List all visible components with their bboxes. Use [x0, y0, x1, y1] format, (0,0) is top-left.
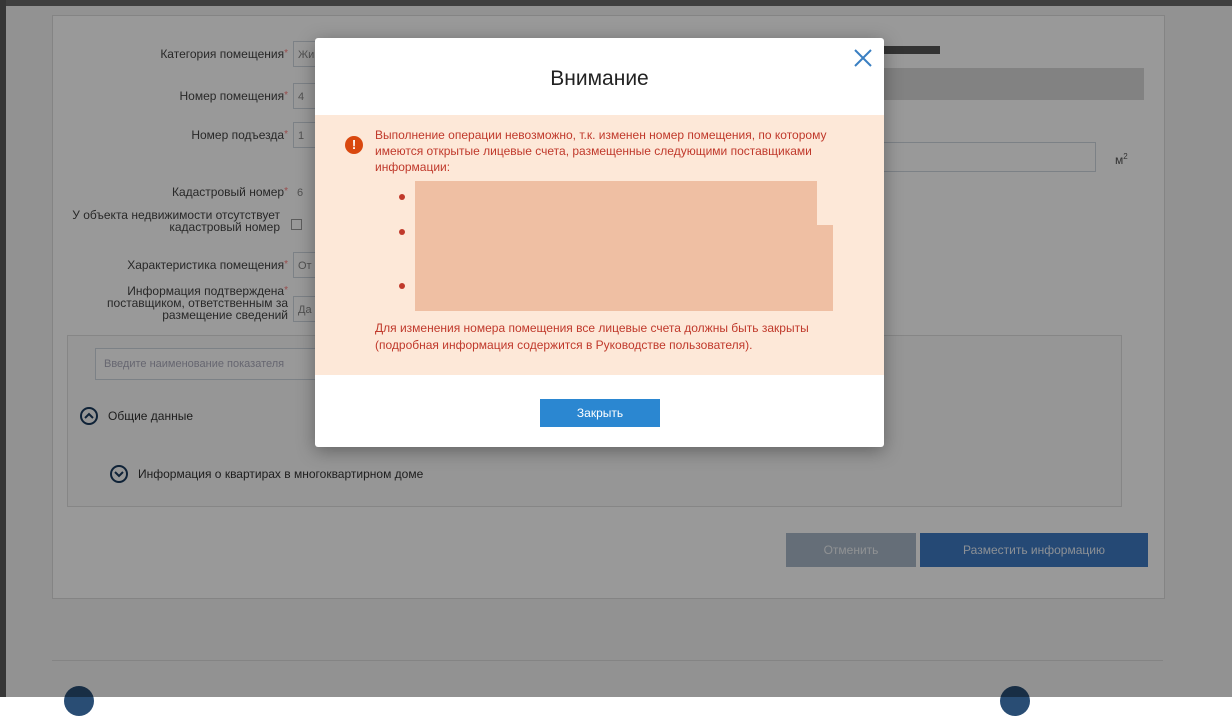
- provider-bullet-3: [399, 283, 405, 289]
- provider-bullet-2: [399, 229, 405, 235]
- warning-dialog: Внимание ! Выполнение операции невозможн…: [315, 38, 884, 447]
- close-icon[interactable]: [851, 46, 875, 70]
- alert-footer-message: Для изменения номера помещения все лицев…: [375, 321, 809, 352]
- exclamation-icon: !: [345, 136, 363, 154]
- alert-message: Выполнение операции невозможно, т.к. изм…: [375, 128, 827, 174]
- redacted-provider-3: [415, 275, 833, 311]
- close-button[interactable]: Закрыть: [540, 399, 660, 427]
- redacted-provider-1: [415, 181, 817, 225]
- dialog-title: Внимание: [550, 67, 649, 90]
- alert-box: ! Выполнение операции невозможно, т.к. и…: [315, 115, 884, 375]
- provider-bullet-1: [399, 194, 405, 200]
